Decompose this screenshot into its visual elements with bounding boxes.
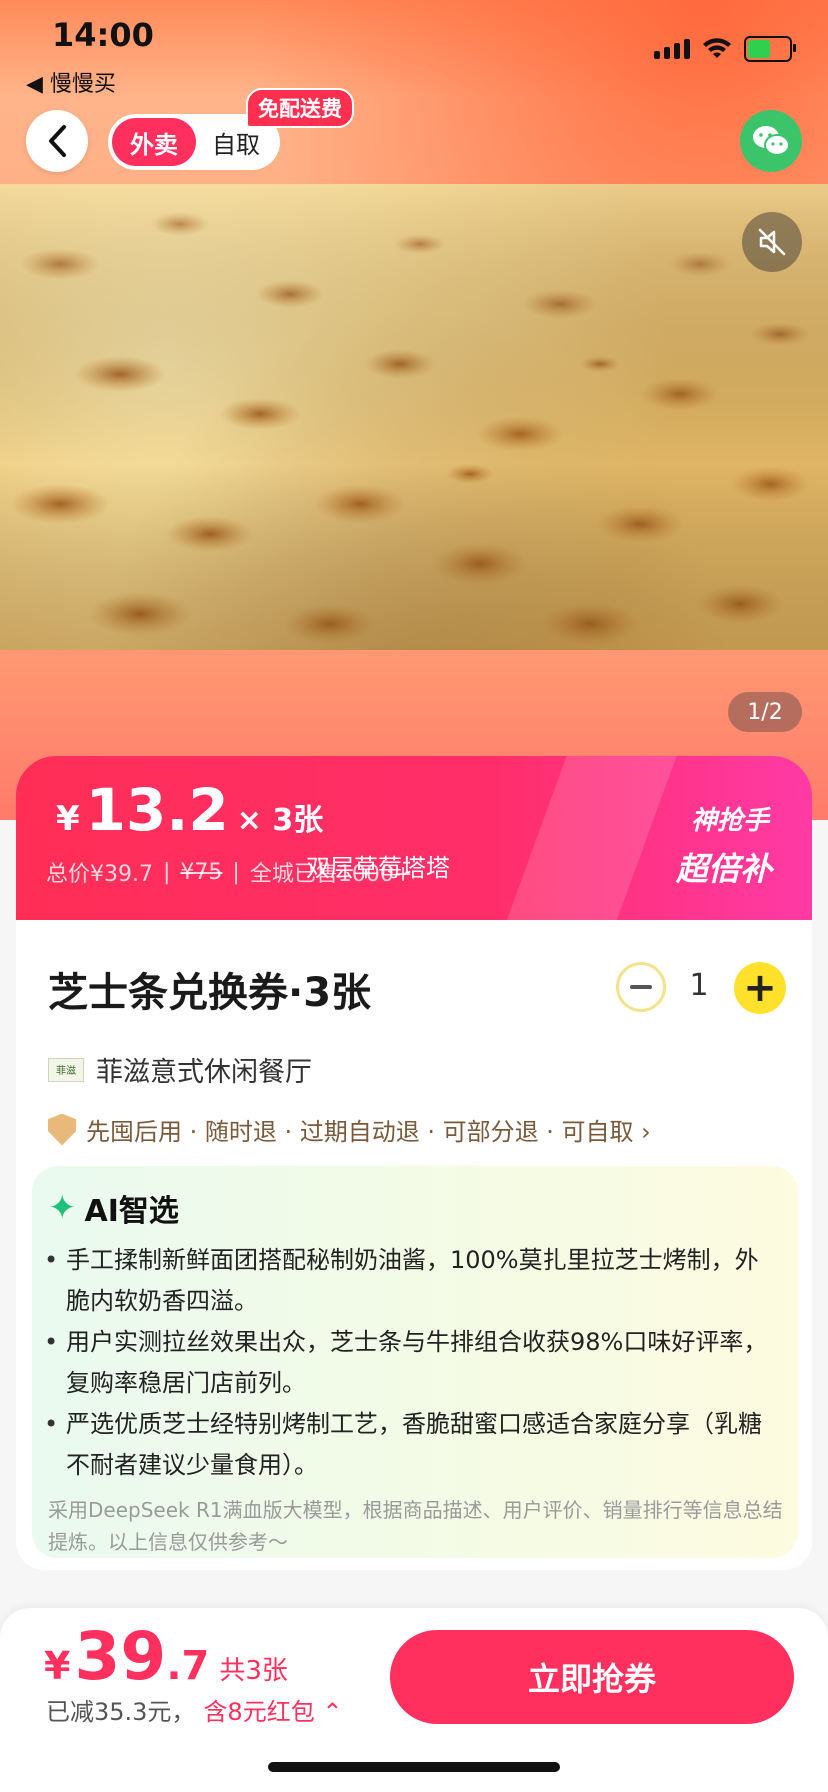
- wifi-icon: [703, 38, 731, 58]
- wechat-share-button[interactable]: [740, 110, 802, 172]
- shield-icon: [48, 1113, 76, 1146]
- list-item: 用户实测拉丝效果出众，芝士条与牛排组合收获98%口味好评率，复购率稳居门店前列。: [44, 1322, 776, 1404]
- status-time: 14:00: [52, 16, 154, 54]
- media-pager: 1/2: [728, 692, 802, 732]
- ai-summary-title: AI智选: [84, 1194, 179, 1229]
- currency-symbol: ¥: [56, 799, 80, 839]
- unit-price: ¥ 13.2 × 3张: [56, 776, 323, 844]
- buy-now-button[interactable]: 立即抢券: [390, 1630, 794, 1724]
- battery-icon: [744, 36, 796, 62]
- melted-cheese-image: [0, 184, 828, 650]
- refund-policy-row[interactable]: 先囤后用 · 随时退 · 过期自动退 · 可部分退 · 可自取 ›: [48, 1112, 651, 1147]
- policy-text: 先囤后用 · 随时退 · 过期自动退 · 可部分退 · 可自取 ›: [86, 1118, 651, 1146]
- total-decimal: .7: [166, 1643, 210, 1689]
- quantity-decrease-button[interactable]: [616, 962, 666, 1012]
- speaker-muted-icon: [758, 228, 786, 256]
- total-currency: ¥: [44, 1644, 71, 1688]
- total-price-text: 总价¥39.7: [46, 862, 153, 887]
- store-row[interactable]: 菲滋 菲滋意式休闲餐厅: [48, 1050, 312, 1089]
- list-item: 手工揉制新鲜面团搭配秘制奶油酱，100%莫扎里拉芝士烤制，外脆内软奶香四溢。: [44, 1240, 776, 1322]
- quantity-value: 1: [689, 968, 709, 1003]
- back-button[interactable]: [26, 110, 88, 172]
- product-video[interactable]: [0, 184, 828, 650]
- price-banner: ¥ 13.2 × 3张 总价¥39.7 | ¥75 | 全城已售1000+ 双层…: [16, 756, 812, 924]
- free-delivery-badge: 免配送费: [246, 88, 354, 128]
- list-item: 严选优质芝士经特别烤制工艺，香脆甜蜜口感适合家庭分享（乳糖不耐者建议少量食用）。: [44, 1404, 776, 1486]
- mute-button[interactable]: [742, 212, 802, 272]
- ai-summary-list: 手工揉制新鲜面团搭配秘制奶油酱，100%莫扎里拉芝士烤制，外脆内软奶香四溢。 用…: [44, 1240, 776, 1486]
- wechat-icon: [753, 126, 790, 156]
- chevron-left-icon: [49, 125, 66, 157]
- unit-price-value: 13.2: [85, 776, 229, 844]
- unit-price-suffix: × 3张: [236, 803, 324, 838]
- video-caption: 双层草莓塔塔: [306, 854, 450, 882]
- red-packet-toggle[interactable]: 含8元红包 ⌃: [203, 1692, 342, 1727]
- tab-pickup[interactable]: 自取: [196, 125, 276, 160]
- status-icons: [654, 36, 796, 62]
- original-price: ¥75: [180, 859, 223, 885]
- tab-delivery[interactable]: 外卖: [112, 118, 196, 166]
- store-logo: 菲滋: [48, 1057, 84, 1082]
- quantity-increase-button[interactable]: +: [734, 962, 786, 1014]
- home-indicator[interactable]: [268, 1762, 560, 1772]
- back-to-app-link[interactable]: ◀ 慢慢买: [26, 66, 116, 98]
- total-integer: 39: [74, 1618, 167, 1695]
- store-name: 菲滋意式休闲餐厅: [96, 1057, 312, 1088]
- ai-summary-header: ✦ AI智选: [48, 1186, 179, 1230]
- sparkle-icon: ✦: [48, 1188, 77, 1228]
- savings-text: 已减35.3元，: [46, 1698, 196, 1726]
- total-count: 共3张: [219, 1656, 288, 1686]
- total-price: ¥ 39 .7 共3张: [44, 1618, 288, 1695]
- product-title: 芝士条兑换券·3张: [48, 970, 372, 1016]
- ai-disclaimer: 采用DeepSeek R1满血版大模型，根据商品描述、用户评价、销量排行等信息总…: [48, 1498, 783, 1554]
- lightning-decoration: [505, 756, 677, 924]
- savings-row[interactable]: 已减35.3元， 含8元红包 ⌃: [46, 1692, 342, 1727]
- promo-tag-line1: 神抢手: [691, 806, 770, 836]
- promo-tag-line2: 超倍补: [676, 850, 773, 888]
- cellular-signal-icon: [654, 39, 690, 59]
